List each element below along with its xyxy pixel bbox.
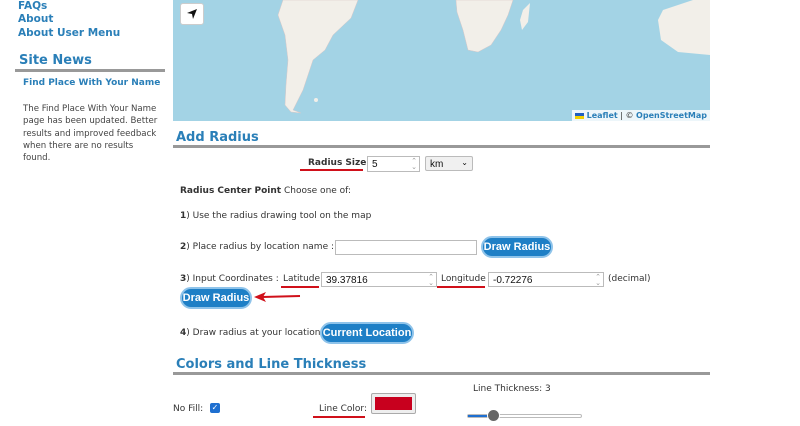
center-point-title: Radius Center Point xyxy=(180,186,282,196)
option-text: ) Use the radius drawing tool on the map xyxy=(186,211,372,221)
radius-size-value: 5 xyxy=(372,159,378,170)
option-2: 2) Place radius by location name : xyxy=(180,242,334,252)
news-body: The Find Place With Your Name page has b… xyxy=(23,104,158,164)
sidebar-link-faqs[interactable]: FAQs xyxy=(18,0,47,12)
news-title-link[interactable]: Find Place With Your Name xyxy=(23,78,160,88)
line-color-label: Line Color: xyxy=(319,404,367,414)
sidebar-link-about-user-menu[interactable]: About User Menu xyxy=(18,27,120,39)
line-color-swatch xyxy=(375,397,412,410)
draw-radius-by-coordinates-button[interactable]: Draw Radius xyxy=(180,287,252,309)
site-news-heading: Site News xyxy=(19,53,92,68)
unit-select[interactable]: km ⌄ xyxy=(425,156,473,171)
red-arrow-annotation xyxy=(254,292,301,302)
option-text: ) Draw radius at your location xyxy=(186,328,321,338)
map[interactable]: Leaflet | © OpenStreetMap xyxy=(173,0,710,121)
latitude-value: 39.37816 xyxy=(326,275,368,286)
unit-selected: km xyxy=(430,159,444,170)
decimal-note: (decimal) xyxy=(608,274,651,284)
line-thickness-label: Line Thickness: 3 xyxy=(473,384,551,394)
annotation-underline xyxy=(313,416,365,418)
add-radius-heading: Add Radius xyxy=(176,130,259,145)
no-fill-label: No Fill: xyxy=(173,404,204,414)
leaflet-link[interactable]: Leaflet xyxy=(587,111,618,120)
current-location-button[interactable]: Current Location xyxy=(320,322,414,344)
map-tiles xyxy=(277,0,710,114)
spinner-icon[interactable]: ⌃ ⌄ xyxy=(428,274,434,287)
colors-heading: Colors and Line Thickness xyxy=(176,357,367,372)
annotation-underline xyxy=(281,286,319,288)
line-color-picker[interactable] xyxy=(371,393,416,414)
longitude-label: Longitude xyxy=(441,274,486,284)
no-fill-checkbox[interactable]: ✓ xyxy=(210,403,220,413)
option-text: ) Input Coordinates : xyxy=(186,274,279,284)
location-name-input[interactable] xyxy=(335,240,477,255)
attribution-separator: | © xyxy=(617,111,637,120)
center-point-label: Radius Center Point Choose one of: xyxy=(180,186,351,196)
divider xyxy=(173,372,710,375)
radius-size-input[interactable]: 5 ⌃ ⌄ xyxy=(367,156,420,172)
option-1: 1) Use the radius drawing tool on the ma… xyxy=(180,211,371,221)
spinner-icon[interactable]: ⌃ ⌄ xyxy=(411,158,417,171)
longitude-value: -0.72276 xyxy=(493,275,533,286)
slider-thumb[interactable] xyxy=(487,409,501,422)
option-3: 3) Input Coordinates : xyxy=(180,274,279,284)
option-4: 4) Draw radius at your location xyxy=(180,328,320,338)
draw-radius-by-name-button[interactable]: Draw Radius xyxy=(481,236,553,258)
annotation-underline xyxy=(300,169,363,171)
center-point-hint: Choose one of: xyxy=(281,186,352,196)
annotation-underline xyxy=(437,286,485,288)
navigation-arrow-icon xyxy=(187,9,197,19)
divider xyxy=(15,69,165,72)
spinner-icon[interactable]: ⌃ ⌄ xyxy=(595,274,601,287)
radius-size-label: Radius Size xyxy=(308,158,367,168)
divider xyxy=(173,145,710,148)
sidebar-link-about[interactable]: About xyxy=(18,13,53,25)
option-text: ) Place radius by location name : xyxy=(186,242,334,252)
longitude-input[interactable]: -0.72276 ⌃ ⌄ xyxy=(488,272,604,287)
latitude-label: Latitude xyxy=(283,274,321,284)
osm-link[interactable]: OpenStreetMap xyxy=(636,111,707,120)
ukraine-flag-icon xyxy=(574,112,584,119)
latitude-input[interactable]: 39.37816 ⌃ ⌄ xyxy=(321,272,437,287)
line-thickness-slider[interactable] xyxy=(467,409,582,422)
map-attribution: Leaflet | © OpenStreetMap xyxy=(571,110,710,121)
chevron-down-icon: ⌄ xyxy=(461,158,468,167)
locate-button[interactable] xyxy=(180,3,204,25)
